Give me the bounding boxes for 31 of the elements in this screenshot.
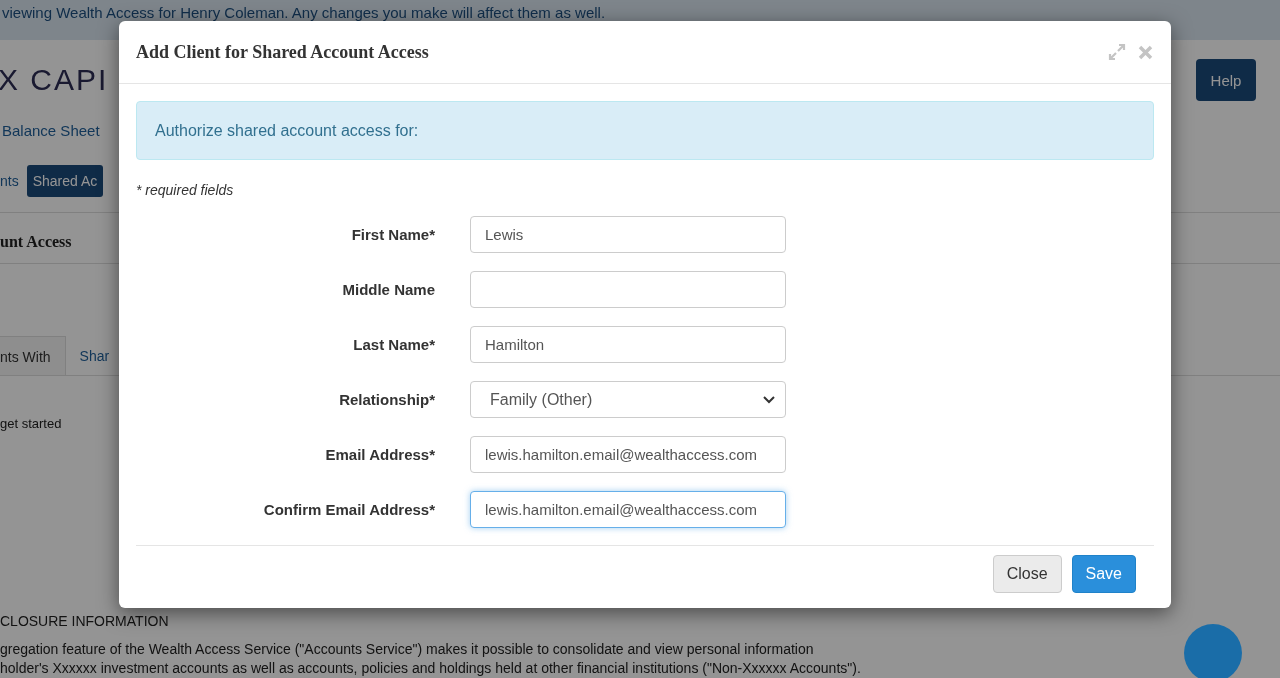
tab[interactable]: nts [0,165,25,197]
input-field[interactable]: Lewis [470,216,786,253]
field-label: Relationship* [338,391,435,408]
disclosure-title: CLOSURE INFORMATION [0,613,169,629]
required-note: * required fields [136,182,235,198]
help-button[interactable]: Help [1196,59,1256,101]
disclosure-text: gregation feature of the Wealth Access Service ("Accounts Service") makes it possible to consolidate and view personal information [0,641,814,657]
input-field[interactable] [470,271,786,308]
tab[interactable]: Shar [65,336,124,375]
info-alert: Authorize shared account access for: [136,101,1154,160]
input-field[interactable]: Hamilton [470,326,786,363]
field-label: Email Address* [324,446,435,463]
input-field[interactable]: lewis.hamilton.email@wealthaccess.com [470,491,786,528]
field-label: Last Name* [352,336,435,353]
save-button[interactable]: Save [1071,555,1136,593]
field-label: First Name* [350,226,435,243]
close-icon[interactable] [1138,44,1153,60]
hint-text: get started [0,416,62,431]
caret-icon [763,395,775,404]
input-field[interactable]: lewis.hamilton.email@wealthaccess.com [470,436,786,473]
tab[interactable]: nts With [0,336,66,375]
close-button[interactable]: Close [992,555,1062,593]
badge-icon [1184,624,1242,678]
disclosure-text: holder's Xxxxxx investment accounts as well as accounts, policies and holdings held at other financial institutions ("Non-Xxxxxx Accounts"). [0,660,861,676]
tab[interactable]: Shared Ac [26,165,104,197]
expand-icon[interactable] [1108,43,1126,61]
select-field[interactable]: Family (Other) [470,381,786,418]
field-label: Middle Name [341,281,435,298]
dialog-title: Add Client for Shared Account Access [136,41,429,63]
field-label: Confirm Email Address* [262,501,435,518]
nav-link[interactable]: Balance Sheet [0,110,100,150]
